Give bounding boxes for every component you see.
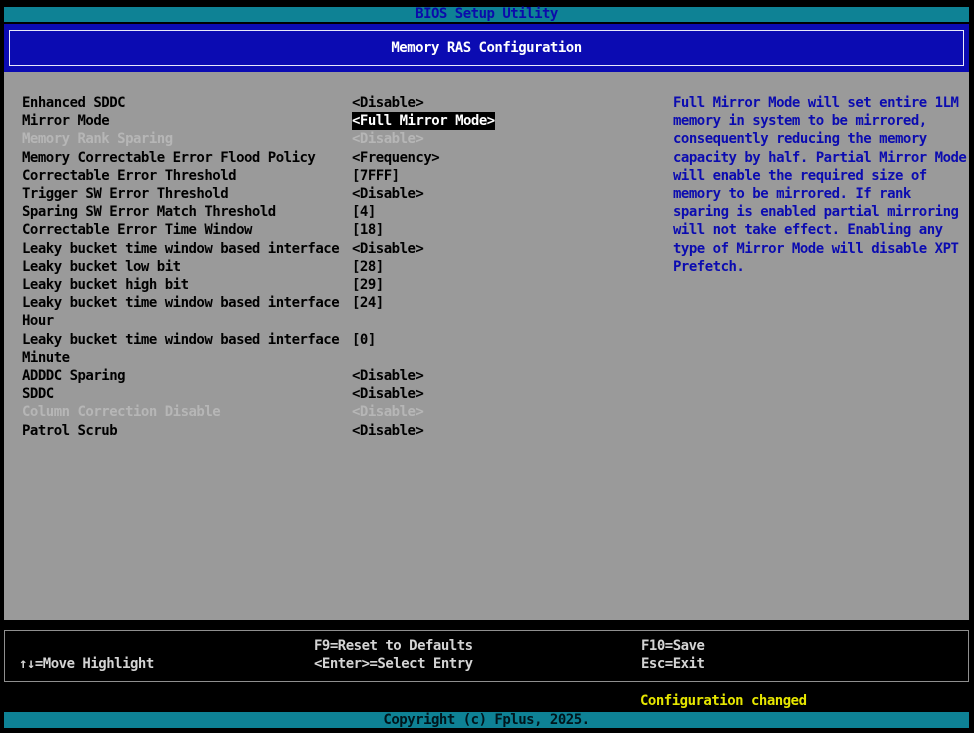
setting-label: Correctable Error Time Window — [22, 221, 352, 239]
setting-row[interactable]: Memory Rank Sparing <Disable> — [22, 130, 652, 148]
setting-value: <Frequency> — [352, 149, 439, 167]
setting-row[interactable]: Sparing SW Error Match Threshold [4] — [22, 203, 652, 221]
app-title: BIOS Setup Utility — [415, 6, 558, 22]
setting-row[interactable]: Mirror Mode <Full Mirror Mode> — [22, 112, 652, 130]
setting-value: <Full Mirror Mode> — [352, 112, 495, 130]
setting-value: <Disable> — [352, 422, 423, 440]
setting-label: Patrol Scrub — [22, 422, 352, 440]
app-title-bar: BIOS Setup Utility — [4, 7, 969, 22]
settings-list: Enhanced SDDC <Disable> Mirror Mode <Ful… — [22, 94, 652, 440]
hint-reset-defaults: F9=Reset to Defaults — [314, 637, 473, 655]
setting-label: Enhanced SDDC — [22, 94, 352, 112]
setting-value: [29] — [352, 276, 384, 294]
setting-label: Sparing SW Error Match Threshold — [22, 203, 352, 221]
setting-label: Leaky bucket time window based interface… — [22, 294, 352, 330]
setting-row[interactable]: Correctable Error Threshold [7FFF] — [22, 167, 652, 185]
hint-move-highlight: ↑↓=Move Highlight — [19, 655, 154, 673]
setting-value: [24] — [352, 294, 384, 312]
setting-row[interactable]: Leaky bucket low bit [28] — [22, 258, 652, 276]
setting-value: [28] — [352, 258, 384, 276]
setting-row[interactable]: Enhanced SDDC <Disable> — [22, 94, 652, 112]
setting-value: <Disable> — [352, 367, 423, 385]
setting-row[interactable]: Memory Correctable Error Flood Policy <F… — [22, 149, 652, 167]
setting-row[interactable]: SDDC <Disable> — [22, 385, 652, 403]
setting-label: SDDC — [22, 385, 352, 403]
hint-select-entry: <Enter>=Select Entry — [314, 655, 473, 673]
setting-value: [0] — [352, 331, 376, 349]
setting-value: <Disable> — [352, 130, 423, 148]
setting-row[interactable]: Trigger SW Error Threshold <Disable> — [22, 185, 652, 203]
setting-label: Leaky bucket low bit — [22, 258, 352, 276]
setting-label: Correctable Error Threshold — [22, 167, 352, 185]
setting-label: ADDDC Sparing — [22, 367, 352, 385]
setting-label: Column Correction Disable — [22, 403, 352, 421]
setting-row[interactable]: ADDDC Sparing <Disable> — [22, 367, 652, 385]
title-band: Memory RAS Configuration — [4, 24, 969, 72]
hint-exit: Esc=Exit — [641, 655, 704, 673]
page-title: Memory RAS Configuration — [391, 40, 581, 56]
setting-label: Memory Rank Sparing — [22, 130, 352, 148]
setting-label: Leaky bucket time window based interface… — [22, 331, 352, 367]
copyright-text: Copyright (c) Fplus, 2025. — [383, 712, 589, 728]
page-title-box: Memory RAS Configuration — [9, 30, 964, 66]
setting-row[interactable]: Patrol Scrub <Disable> — [22, 422, 652, 440]
status-message: Configuration changed — [640, 693, 807, 710]
setting-row[interactable]: Leaky bucket high bit [29] — [22, 276, 652, 294]
setting-row[interactable]: Column Correction Disable <Disable> — [22, 403, 652, 421]
setting-value: <Disable> — [352, 385, 423, 403]
setting-label: Mirror Mode — [22, 112, 352, 130]
setting-row[interactable]: Leaky bucket time window based interface… — [22, 294, 652, 330]
setting-value: <Disable> — [352, 240, 423, 258]
setting-value: <Disable> — [352, 403, 423, 421]
setting-value: <Disable> — [352, 94, 423, 112]
setting-row[interactable]: Leaky bucket time window based interface… — [22, 240, 652, 258]
item-help-text: Full Mirror Mode will set entire 1LM mem… — [673, 94, 969, 276]
setting-row[interactable]: Leaky bucket time window based interface… — [22, 331, 652, 367]
setting-value: [4] — [352, 203, 376, 221]
setting-label: Trigger SW Error Threshold — [22, 185, 352, 203]
setting-row[interactable]: Correctable Error Time Window [18] — [22, 221, 652, 239]
setting-value: <Disable> — [352, 185, 423, 203]
setting-label: Memory Correctable Error Flood Policy — [22, 149, 352, 167]
setting-label: Leaky bucket high bit — [22, 276, 352, 294]
setting-value: [18] — [352, 221, 384, 239]
main-area: Enhanced SDDC <Disable> Mirror Mode <Ful… — [4, 72, 969, 620]
setting-value: [7FFF] — [352, 167, 400, 185]
hint-save: F10=Save — [641, 637, 704, 655]
key-hints-box: F9=Reset to Defaults F10=Save ↑↓=Move Hi… — [4, 630, 969, 682]
setting-label: Leaky bucket time window based interface — [22, 240, 352, 258]
copyright-bar: Copyright (c) Fplus, 2025. — [4, 712, 969, 728]
